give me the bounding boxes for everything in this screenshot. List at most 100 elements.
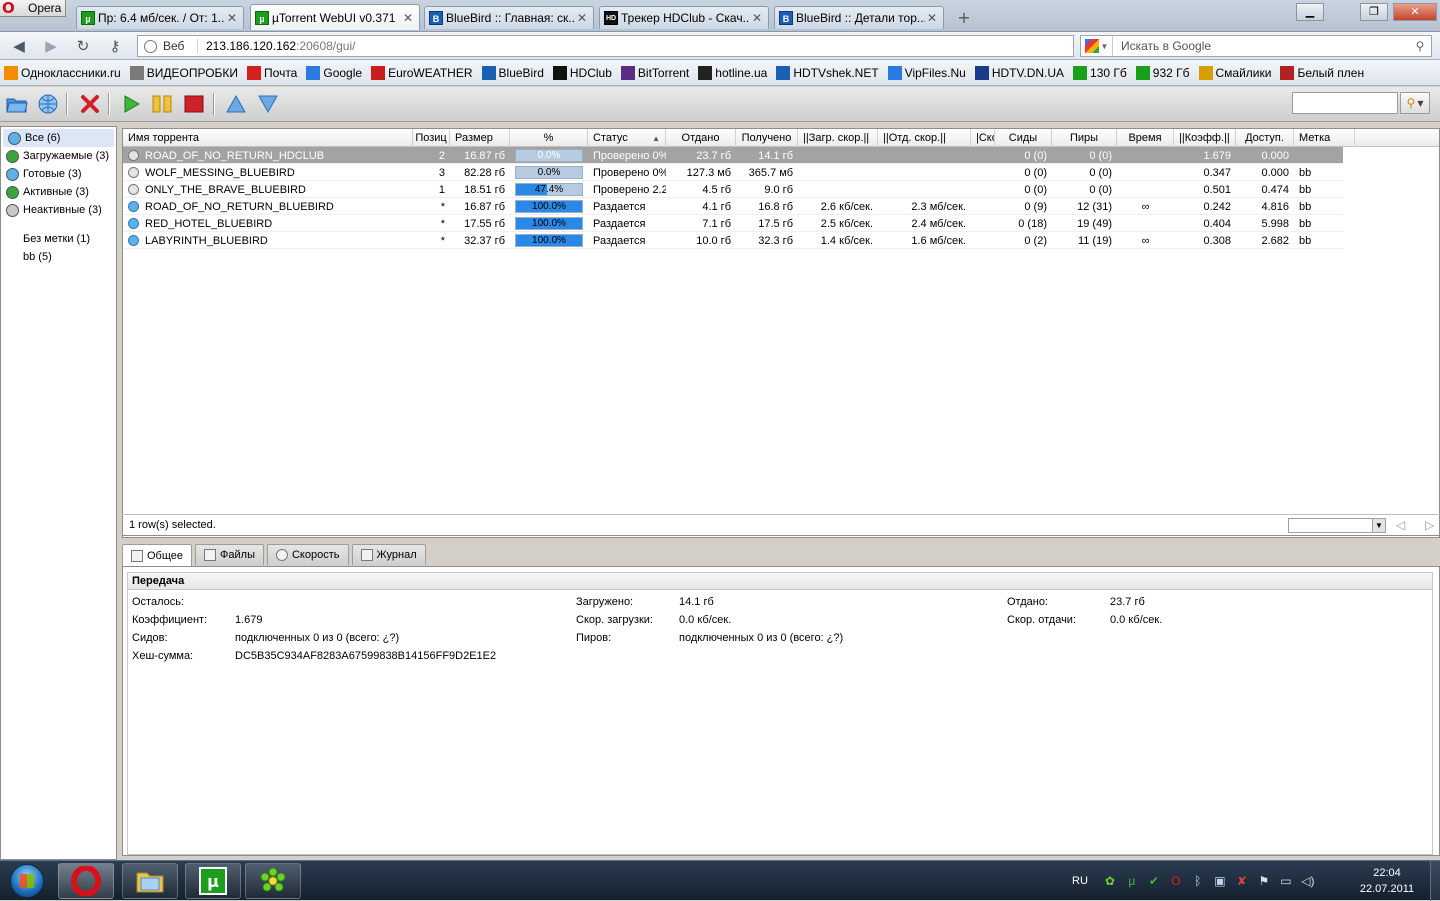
close-tab-icon[interactable]: ✕ — [575, 11, 589, 25]
column-header[interactable]: Пиры — [1052, 129, 1117, 147]
start-button[interactable] — [2, 862, 52, 900]
bookmark-item[interactable]: VipFiles.Nu — [884, 65, 971, 80]
column-header[interactable]: ||Загр. скор.|| — [798, 129, 878, 147]
volume-icon[interactable]: ◁) — [1300, 873, 1316, 889]
opera-menu-button[interactable]: O Opera — [0, 0, 66, 17]
sidebar-category-item[interactable]: Все (6) — [3, 129, 114, 147]
bookmark-item[interactable]: 130 Гб — [1069, 65, 1132, 80]
network-warning-icon[interactable]: ✘ — [1234, 873, 1250, 889]
bookmark-item[interactable]: HDClub — [549, 65, 617, 80]
new-tab-icon[interactable]: + — [956, 8, 972, 27]
device-icon[interactable]: ▣ — [1212, 873, 1228, 889]
bookmark-item[interactable]: EuroWEATHER — [367, 65, 477, 80]
reload-icon[interactable]: ↻ — [72, 36, 94, 56]
sidebar-label-item[interactable]: bb (5) — [1, 248, 116, 266]
column-header[interactable]: Доступ. — [1236, 129, 1294, 147]
taskbar-icq[interactable] — [245, 863, 301, 899]
utorrent-tray-icon[interactable]: µ — [1124, 873, 1140, 889]
browser-tab-3[interactable]: B BlueBird :: Главная: ск... ✕ — [424, 6, 594, 29]
address-scope[interactable]: Веб — [138, 39, 198, 53]
bookmark-item[interactable]: BlueBird — [478, 65, 549, 80]
address-text[interactable]: 213.186.120.162:20608/gui/ — [198, 39, 355, 53]
tab-general[interactable]: Общее — [122, 544, 193, 566]
column-header[interactable]: Позиц — [413, 129, 450, 147]
column-header[interactable]: % — [510, 129, 588, 147]
table-row[interactable]: RED_HOTEL_BLUEBIRD * 17.55 гб 100.0% Раздает… — [123, 215, 1343, 232]
bookmark-item[interactable]: Смайлики — [1195, 65, 1277, 80]
clock[interactable]: 22:04 22.07.2011 — [1352, 865, 1422, 897]
queue-down-button[interactable] — [256, 93, 280, 115]
bookmark-item[interactable]: hotline.ua — [694, 65, 772, 80]
table-row[interactable]: ONLY_THE_BRAVE_BLUEBIRD 1 18.51 гб 47.4% Про… — [123, 181, 1343, 198]
tab-speed[interactable]: Скорость — [266, 544, 349, 565]
prev-page-icon[interactable]: ◁ — [1396, 518, 1405, 532]
sidebar-category-item[interactable]: Готовые (3) — [1, 165, 116, 183]
tab-files[interactable]: Файлы — [195, 544, 264, 565]
column-header[interactable]: Отдано — [666, 129, 736, 147]
bookmark-item[interactable]: HDTVshek.NET — [772, 65, 883, 80]
bookmark-item[interactable]: BitTorrent — [617, 65, 694, 80]
add-torrent-button[interactable] — [5, 93, 29, 115]
torrent-search-button[interactable]: ⚲ ▼ — [1400, 92, 1430, 114]
icq-tray-icon[interactable]: ✿ — [1102, 873, 1118, 889]
bookmark-item[interactable]: ВИДЕОПРОБКИ — [126, 65, 243, 80]
sidebar-category-item[interactable]: Загружаемые (3) — [1, 147, 116, 165]
opera-tray-icon[interactable]: O — [1168, 873, 1184, 889]
remove-torrent-button[interactable] — [78, 93, 102, 115]
close-tab-icon[interactable]: ✕ — [750, 11, 764, 25]
taskbar-explorer[interactable] — [122, 863, 178, 899]
bookmark-item[interactable]: Почта — [243, 65, 302, 80]
taskbar-utorrent[interactable]: µ — [185, 863, 241, 899]
pause-button[interactable] — [150, 93, 174, 115]
browser-tab-5[interactable]: B BlueBird :: Детали тор... ✕ — [774, 6, 944, 29]
search-icon[interactable]: ⚲ — [1409, 39, 1431, 53]
column-header[interactable]: ||Отд. скор.|| — [878, 129, 971, 147]
queue-up-button[interactable] — [224, 93, 248, 115]
taskbar-opera[interactable] — [58, 863, 114, 899]
next-page-icon[interactable]: ▷ — [1425, 518, 1434, 532]
column-header[interactable]: Сиды — [995, 129, 1052, 147]
close-tab-icon[interactable]: ✕ — [925, 11, 939, 25]
key-icon[interactable]: ⚷ — [104, 36, 126, 56]
browser-tab-2[interactable]: µ µTorrent WebUI v0.371 ✕ — [250, 4, 420, 30]
browser-tab-1[interactable]: µ Пр: 6.4 мб/сек. / От: 1... ✕ — [76, 6, 244, 29]
torrent-search-input[interactable] — [1292, 92, 1398, 114]
column-header[interactable]: Имя торрента — [123, 129, 413, 147]
back-arrow-icon[interactable]: ◀ — [8, 36, 30, 56]
table-row[interactable]: LABYRINTH_BLUEBIRD * 32.37 гб 100.0% Раздает… — [123, 232, 1343, 249]
sidebar-category-item[interactable]: Неактивные (3) — [1, 201, 116, 219]
shield-icon[interactable]: ✔ — [1146, 873, 1162, 889]
flag-icon[interactable]: ⚑ — [1256, 873, 1272, 889]
search-engine-selector[interactable]: ▼ — [1081, 36, 1113, 56]
column-header[interactable]: Статус ▲ — [588, 129, 666, 147]
sidebar-category-item[interactable]: Активные (3) — [1, 183, 116, 201]
monitor-icon[interactable]: ▭ — [1278, 873, 1294, 889]
start-button[interactable] — [119, 93, 143, 115]
table-row[interactable]: WOLF_MESSING_BLUEBIRD 3 82.28 гб 0.0% Провер… — [123, 164, 1343, 181]
bluetooth-icon[interactable]: ᛒ — [1190, 873, 1206, 889]
bookmark-item[interactable]: Белый плен — [1276, 65, 1369, 80]
column-header[interactable]: ||Коэфф.|| — [1174, 129, 1236, 147]
table-row[interactable]: ROAD_OF_NO_RETURN_HDCLUB 2 16.87 гб 0.0% Про… — [123, 147, 1343, 164]
bookmark-item[interactable]: HDTV.DN.UA — [971, 65, 1069, 80]
bookmark-item[interactable]: 932 Гб — [1132, 65, 1195, 80]
forward-arrow-icon[interactable]: ▶ — [40, 36, 62, 56]
browser-tab-4[interactable]: HD Трекер HDClub - Скач... ✕ — [599, 6, 769, 29]
sidebar-label-item[interactable]: Без метки (1) — [1, 230, 116, 248]
column-header[interactable]: Получено — [736, 129, 798, 147]
page-selector[interactable]: ▼ — [1288, 518, 1386, 533]
minimize-window-icon[interactable]: ▁ — [1296, 3, 1324, 21]
close-tab-icon[interactable]: ✕ — [225, 11, 239, 25]
column-header[interactable]: Метка — [1294, 129, 1355, 147]
stop-button[interactable] — [182, 93, 206, 115]
search-field[interactable]: ▼ Искать в Google ⚲ — [1080, 35, 1432, 57]
address-field[interactable]: Веб 213.186.120.162:20608/gui/ — [137, 35, 1074, 57]
show-desktop-button[interactable] — [1430, 861, 1440, 901]
bookmark-item[interactable]: Google — [302, 65, 367, 80]
table-row[interactable]: ROAD_OF_NO_RETURN_BLUEBIRD * 16.87 гб 100.0… — [123, 198, 1343, 215]
bookmark-item[interactable]: Одноклассники.ru — [0, 65, 126, 80]
column-header[interactable]: |Ско — [971, 129, 995, 147]
language-indicator[interactable]: RU — [1072, 875, 1088, 887]
close-window-icon[interactable]: ✕ — [1393, 3, 1437, 21]
restore-window-icon[interactable]: ❐ — [1360, 3, 1388, 21]
